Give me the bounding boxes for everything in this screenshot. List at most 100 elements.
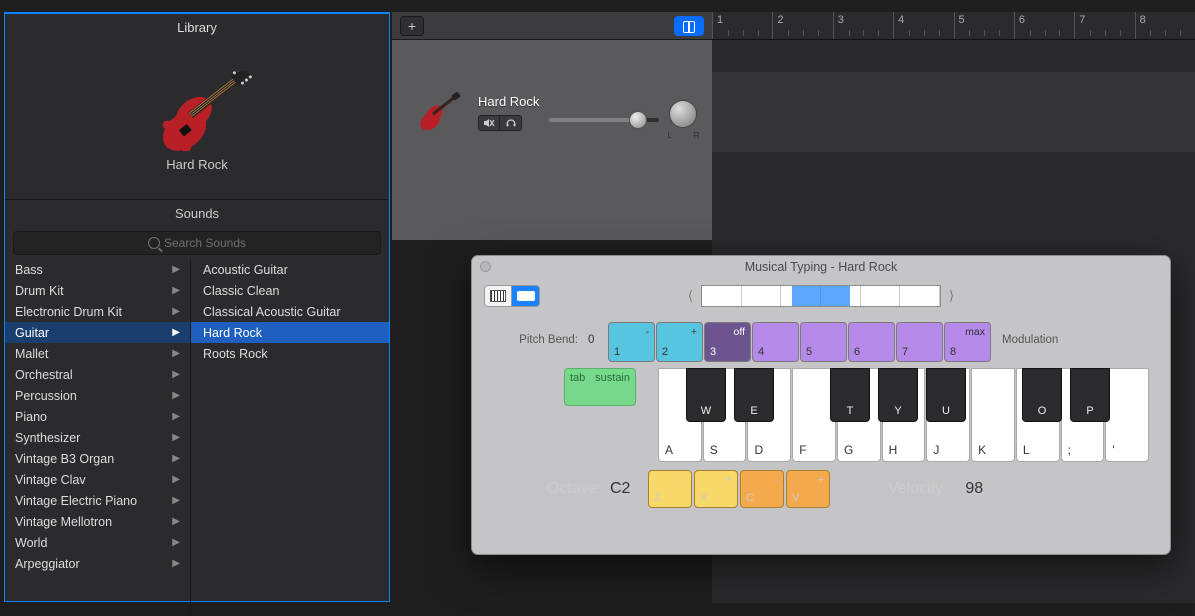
velocity-value: 98 — [965, 480, 983, 497]
piano-icon — [490, 290, 506, 302]
close-icon[interactable] — [480, 261, 491, 272]
black-key[interactable]: W — [686, 368, 726, 422]
window-title: Musical Typing - Hard Rock — [745, 260, 898, 274]
library-preview-name: Hard Rock — [166, 157, 227, 172]
number-key[interactable]: +2 — [656, 322, 703, 362]
chevron-right-icon: ▶ — [172, 432, 180, 443]
add-track-button[interactable]: + — [400, 16, 424, 36]
category-row[interactable]: Percussion▶ — [5, 385, 190, 406]
arrange-lane[interactable] — [712, 72, 1195, 152]
black-key[interactable]: T — [830, 368, 870, 422]
catch-playhead-button[interactable] — [674, 16, 704, 36]
search-input[interactable]: Search Sounds — [13, 231, 381, 255]
sustain-key[interactable]: sustain tab — [564, 368, 636, 406]
number-key[interactable]: max8 — [944, 322, 991, 362]
category-row[interactable]: Bass▶ — [5, 259, 190, 280]
chevron-right-icon: ▶ — [172, 264, 180, 275]
piano-view-button[interactable] — [484, 285, 512, 307]
black-key[interactable]: E — [734, 368, 774, 422]
library-preview: Hard Rock — [5, 43, 389, 199]
category-row[interactable]: Drum Kit▶ — [5, 280, 190, 301]
category-row[interactable]: Vintage Electric Piano▶ — [5, 490, 190, 511]
number-key[interactable]: 5 — [800, 322, 847, 362]
guitar-icon — [404, 90, 468, 134]
category-row[interactable]: Arpeggiator▶ — [5, 553, 190, 574]
musical-typing-window: Musical Typing - Hard Rock ⟨ ⟩ Pitch Ben… — [471, 255, 1171, 555]
category-row[interactable]: Vintage B3 Organ▶ — [5, 448, 190, 469]
view-mode-segment — [484, 285, 540, 307]
window-titlebar[interactable]: Musical Typing - Hard Rock — [472, 256, 1170, 278]
category-row[interactable]: Mallet▶ — [5, 343, 190, 364]
number-key[interactable]: 7 — [896, 322, 943, 362]
black-key[interactable]: Y — [878, 368, 918, 422]
piano-keys: ASDFGHJKL;'WETYUOP — [658, 368, 1150, 462]
octave-right-button[interactable]: ⟩ — [949, 288, 954, 304]
white-key[interactable]: ' — [1105, 368, 1149, 462]
track-lane-header-area: Hard Rock LR — [392, 40, 712, 240]
number-key[interactable]: 4 — [752, 322, 799, 362]
octave-velocity-key[interactable]: -Z — [648, 470, 692, 508]
category-row[interactable]: Vintage Mellotron▶ — [5, 511, 190, 532]
patch-list[interactable]: Acoustic GuitarClassic CleanClassical Ac… — [191, 259, 389, 616]
keyboard-range-display[interactable] — [701, 285, 941, 307]
chevron-right-icon: ▶ — [172, 369, 180, 380]
tracks-header: + — [392, 12, 712, 40]
octave-value: C2 — [610, 470, 648, 498]
black-key[interactable]: O — [1022, 368, 1062, 422]
track-channel[interactable]: Hard Rock LR — [392, 72, 712, 152]
number-key[interactable]: -1 — [608, 322, 655, 362]
number-key[interactable]: 6 — [848, 322, 895, 362]
octave-velocity-key[interactable]: -C — [740, 470, 784, 508]
category-row[interactable]: Orchestral▶ — [5, 364, 190, 385]
patch-row[interactable]: Acoustic Guitar — [191, 259, 389, 280]
category-row[interactable]: Vintage Clav▶ — [5, 469, 190, 490]
keyboard-icon — [517, 291, 535, 301]
chevron-right-icon: ▶ — [172, 411, 180, 422]
octave-label: Octave: — [547, 480, 602, 497]
volume-slider[interactable] — [549, 118, 659, 122]
pitch-bend-label: Pitch Bend: — [492, 322, 588, 346]
chevron-right-icon: ▶ — [172, 558, 180, 569]
mute-button[interactable] — [478, 115, 500, 131]
velocity-label: Velocity: — [888, 480, 948, 497]
octave-velocity-key[interactable]: +V — [786, 470, 830, 508]
category-list[interactable]: Bass▶Drum Kit▶Electronic Drum Kit▶Guitar… — [5, 259, 191, 616]
patch-row[interactable]: Hard Rock — [191, 322, 389, 343]
black-key[interactable]: U — [926, 368, 966, 422]
category-row[interactable]: Guitar▶ — [5, 322, 190, 343]
chevron-right-icon: ▶ — [172, 348, 180, 359]
guitar-icon — [127, 71, 267, 151]
category-row[interactable]: Piano▶ — [5, 406, 190, 427]
pan-knob[interactable] — [669, 100, 697, 128]
chevron-right-icon: ▶ — [172, 390, 180, 401]
solo-headphones-button[interactable] — [500, 115, 522, 131]
octave-left-button[interactable]: ⟨ — [688, 288, 693, 304]
pitch-bend-value: 0 — [588, 322, 608, 346]
chevron-right-icon: ▶ — [172, 516, 180, 527]
patch-row[interactable]: Classic Clean — [191, 280, 389, 301]
patch-row[interactable]: Roots Rock — [191, 343, 389, 364]
sounds-title: Sounds — [5, 199, 389, 227]
library-title: Library — [5, 14, 389, 43]
black-key[interactable]: P — [1070, 368, 1110, 422]
category-row[interactable]: Synthesizer▶ — [5, 427, 190, 448]
search-icon — [148, 237, 160, 249]
track-name: Hard Rock — [478, 94, 539, 109]
chevron-right-icon: ▶ — [172, 474, 180, 485]
modulation-label: Modulation — [992, 322, 1058, 346]
chevron-right-icon: ▶ — [172, 327, 180, 338]
chevron-right-icon: ▶ — [172, 495, 180, 506]
typing-view-button[interactable] — [512, 285, 540, 307]
search-placeholder: Search Sounds — [164, 236, 246, 250]
chevron-right-icon: ▶ — [172, 453, 180, 464]
category-row[interactable]: Electronic Drum Kit▶ — [5, 301, 190, 322]
library-panel: Library Hard Rock Sounds Search S — [4, 12, 390, 602]
chevron-right-icon: ▶ — [172, 537, 180, 548]
category-row[interactable]: World▶ — [5, 532, 190, 553]
chevron-right-icon: ▶ — [172, 306, 180, 317]
white-key[interactable]: K — [971, 368, 1015, 462]
timeline-ruler[interactable]: 12345678 — [712, 12, 1195, 40]
octave-velocity-key[interactable]: +X — [694, 470, 738, 508]
patch-row[interactable]: Classical Acoustic Guitar — [191, 301, 389, 322]
number-key[interactable]: off3 — [704, 322, 751, 362]
